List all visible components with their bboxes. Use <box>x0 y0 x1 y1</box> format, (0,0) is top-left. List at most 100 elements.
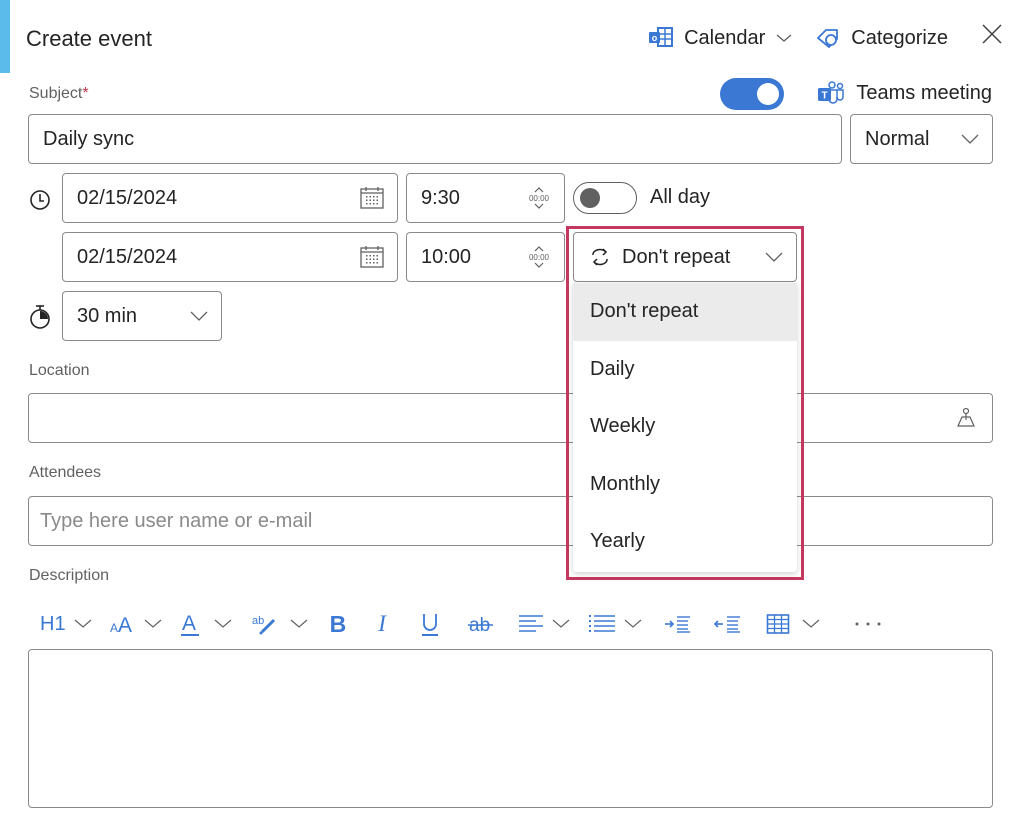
heading-button[interactable]: H1 <box>40 604 92 644</box>
strikethrough-icon: ab <box>467 612 494 636</box>
start-date-value: 02/15/2024 <box>77 186 178 209</box>
start-time-input[interactable]: 9:30 00:00 <box>406 173 565 223</box>
outdent-icon <box>713 613 742 635</box>
svg-text:00:00: 00:00 <box>529 253 550 262</box>
repeat-dropdown-menu: Don't repeat Daily Weekly Monthly Yearly <box>573 283 797 572</box>
location-label: Location <box>29 362 90 379</box>
chevron-down-icon <box>960 133 980 145</box>
chevron-down-icon <box>290 619 308 629</box>
end-date-value: 02/15/2024 <box>77 245 178 268</box>
chevron-down-icon <box>74 619 92 629</box>
duration-value: 30 min <box>77 304 138 327</box>
table-button[interactable] <box>766 604 820 644</box>
teams-meeting: T Teams meeting <box>816 80 992 106</box>
font-color-icon: A <box>180 611 200 637</box>
required-mark: * <box>82 85 89 102</box>
subject-label: Subject* <box>29 85 89 103</box>
bullet-list-icon <box>588 613 616 635</box>
bold-button[interactable]: B <box>330 604 347 644</box>
subject-label-text: Subject <box>29 85 83 102</box>
location-pin-icon[interactable] <box>956 407 976 429</box>
svg-text:00:00: 00:00 <box>529 194 550 203</box>
attendees-label: Attendees <box>29 464 102 481</box>
svg-text:ab: ab <box>252 615 264 627</box>
repeat-option-daily[interactable]: Daily <box>573 341 797 399</box>
clock-icon <box>29 189 51 211</box>
calendar-label: Calendar <box>684 26 766 49</box>
importance-select[interactable]: Normal <box>850 114 993 164</box>
location-input[interactable] <box>28 393 993 443</box>
description-editor[interactable] <box>28 649 993 808</box>
teams-meeting-toggle[interactable] <box>720 78 784 110</box>
svg-text:A: A <box>110 621 118 635</box>
svg-text:A: A <box>118 614 132 636</box>
italic-button[interactable]: I <box>378 604 386 644</box>
chevron-down-icon <box>802 619 820 629</box>
highlight-button[interactable]: ab <box>252 604 308 644</box>
chevron-down-icon <box>144 619 162 629</box>
page-title: Create event <box>26 26 152 51</box>
bold-icon: B <box>329 610 347 637</box>
close-button[interactable] <box>978 20 1006 48</box>
more-icon <box>854 620 882 628</box>
repeat-option-yearly[interactable]: Yearly <box>573 513 797 571</box>
repeat-option-dont-repeat[interactable]: Don't repeat <box>573 283 797 341</box>
time-spinner-icon[interactable]: 00:00 <box>526 186 552 210</box>
editor-toolbar: H1 AA A ab B I ab <box>28 604 882 644</box>
chevron-down-icon <box>189 310 209 322</box>
categorize-button[interactable]: Categorize <box>815 26 948 50</box>
teams-meeting-label: Teams meeting <box>856 81 992 104</box>
subject-input[interactable]: Daily sync <box>28 114 842 164</box>
header-actions: o Calendar Categorize <box>648 26 948 50</box>
calendar-picker-icon[interactable] <box>359 186 385 210</box>
all-day-label: All day <box>650 186 711 208</box>
attendees-input[interactable]: Type here user name or e-mail <box>28 496 993 546</box>
bullets-button[interactable] <box>588 604 642 644</box>
all-day-toggle[interactable] <box>573 182 637 214</box>
tag-icon <box>815 26 841 50</box>
teams-icon: T <box>816 80 846 106</box>
calendar-picker-icon[interactable] <box>359 245 385 269</box>
categorize-label: Categorize <box>851 26 948 49</box>
chevron-down-icon <box>552 619 570 629</box>
calendar-selector[interactable]: o Calendar <box>648 26 793 50</box>
importance-value: Normal <box>865 127 930 150</box>
subject-value: Daily sync <box>43 127 135 150</box>
svg-text:T: T <box>822 91 828 102</box>
accent-bar <box>0 0 10 73</box>
timer-icon <box>29 304 51 330</box>
chevron-down-icon <box>775 32 793 44</box>
repeat-option-weekly[interactable]: Weekly <box>573 398 797 456</box>
chevron-down-icon <box>214 619 232 629</box>
align-button[interactable] <box>518 604 570 644</box>
outdent-button[interactable] <box>713 604 742 644</box>
more-options-button[interactable] <box>854 604 882 644</box>
end-time-value: 10:00 <box>421 245 472 268</box>
strikethrough-button[interactable]: ab <box>467 604 494 644</box>
table-icon <box>766 613 790 635</box>
toggle-knob <box>757 83 779 105</box>
indent-button[interactable] <box>664 604 692 644</box>
font-color-button[interactable]: A <box>180 604 232 644</box>
repeat-option-monthly[interactable]: Monthly <box>573 456 797 514</box>
indent-icon <box>664 613 692 635</box>
underline-icon <box>420 611 440 637</box>
font-size-button[interactable]: AA <box>110 604 162 644</box>
start-time-value: 9:30 <box>421 186 460 209</box>
font-size-icon: AA <box>110 612 136 636</box>
end-time-input[interactable]: 10:00 00:00 <box>406 232 565 282</box>
align-left-icon <box>518 613 544 635</box>
underline-button[interactable] <box>420 604 440 644</box>
start-date-input[interactable]: 02/15/2024 <box>62 173 398 223</box>
time-spinner-icon[interactable]: 00:00 <box>526 245 552 269</box>
close-icon <box>982 24 1002 44</box>
description-label: Description <box>29 567 110 584</box>
attendees-placeholder: Type here user name or e-mail <box>40 509 313 532</box>
description-value <box>29 650 992 662</box>
italic-icon: I <box>378 611 386 636</box>
chevron-down-icon <box>624 619 642 629</box>
end-date-input[interactable]: 02/15/2024 <box>62 232 398 282</box>
outlook-calendar-icon: o <box>648 26 674 50</box>
duration-select[interactable]: 30 min <box>62 291 222 341</box>
svg-text:A: A <box>182 612 196 635</box>
